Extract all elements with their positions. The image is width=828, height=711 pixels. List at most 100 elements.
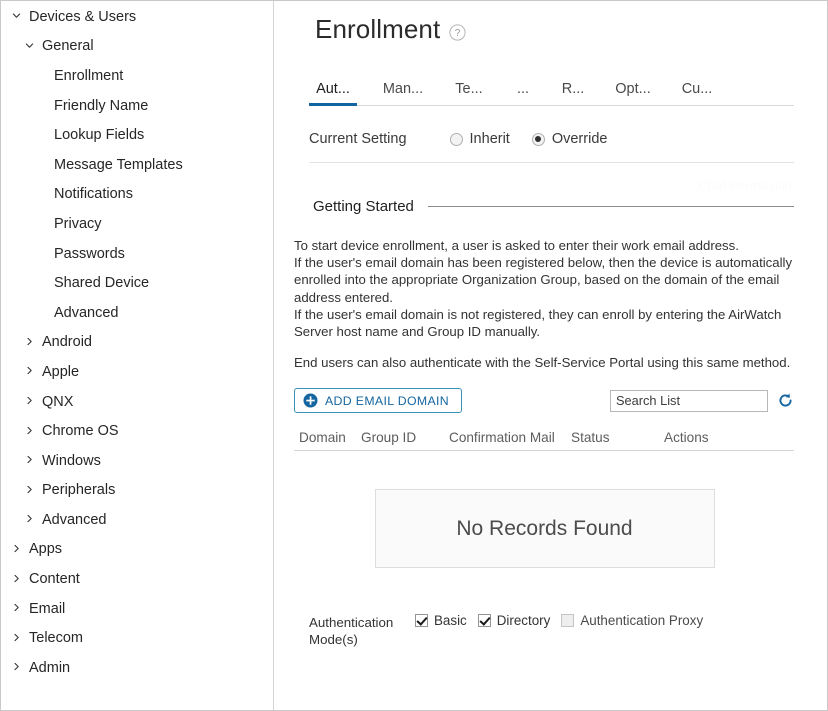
sidebar-item-notifications[interactable]: Notifications (1, 180, 273, 210)
add-email-domain-button[interactable]: ADD EMAIL DOMAIN (294, 388, 462, 413)
chevron-right-icon[interactable] (10, 662, 23, 671)
intro-paragraph-1: To start device enrollment, a user is as… (294, 237, 794, 254)
current-setting-row: Current Setting Inherit Override (309, 106, 794, 163)
sidebar-item-qnx[interactable]: QNX (1, 387, 273, 417)
sidebar-item-label: Passwords (54, 246, 125, 262)
chevron-right-icon[interactable] (10, 544, 23, 553)
chevron-right-icon[interactable] (10, 574, 23, 583)
sidebar-item-label: Apple (36, 364, 79, 380)
list-toolbar: ADD EMAIL DOMAIN (294, 387, 794, 414)
sidebar-item-friendly-name[interactable]: Friendly Name (1, 91, 273, 121)
no-records-placeholder: No Records Found (375, 489, 715, 568)
sidebar-item-label: Android (36, 334, 92, 350)
sidebar-item-android[interactable]: Android (1, 328, 273, 358)
sidebar-item-label: QNX (36, 394, 73, 410)
sidebar-item-label: Windows (36, 453, 101, 469)
sidebar-item-label: Lookup Fields (54, 127, 144, 143)
getting-started-title: Getting Started (309, 198, 428, 215)
svg-text:?: ? (455, 28, 461, 39)
auth-mode-checkbox[interactable] (478, 614, 491, 627)
search-input[interactable] (610, 390, 768, 412)
sidebar-item-label: Message Templates (54, 157, 183, 173)
chevron-down-icon[interactable] (10, 11, 23, 20)
auth-mode-checkbox[interactable] (415, 614, 428, 627)
sidebar-item-lookup-fields[interactable]: Lookup Fields (1, 120, 273, 150)
sidebar-item-admin[interactable]: Admin (1, 653, 273, 683)
sidebar-item-label: Advanced (36, 512, 107, 528)
page-title: Enrollment (315, 16, 440, 42)
tab-label: Aut... (316, 81, 350, 97)
sidebar-item-apple[interactable]: Apple (1, 357, 273, 387)
sidebar-item-telecom[interactable]: Telecom (1, 623, 273, 653)
no-records-text: No Records Found (456, 517, 632, 541)
child-permission-ghost-label: Child Permission (698, 179, 792, 193)
tab-1[interactable]: Man... (379, 81, 427, 105)
plus-circle-icon (303, 393, 318, 408)
refresh-icon[interactable] (777, 392, 794, 409)
sidebar-item-label: Notifications (54, 186, 133, 202)
chevron-right-icon[interactable] (23, 514, 36, 523)
sidebar-item-shared-device[interactable]: Shared Device (1, 268, 273, 298)
tab-3[interactable]: ... (511, 81, 535, 105)
auth-mode-checkbox[interactable] (561, 614, 574, 627)
sidebar-item-message-templates[interactable]: Message Templates (1, 150, 273, 180)
radio-option-inherit[interactable]: Inherit (450, 131, 510, 147)
radio-override-indicator[interactable] (532, 133, 545, 146)
sidebar-item-passwords[interactable]: Passwords (1, 239, 273, 269)
authentication-modes-row: Authentication Mode(s) Basic Directory Aut… (294, 613, 794, 648)
tab-0[interactable]: Aut... (309, 81, 357, 105)
sidebar-item-apps[interactable]: Apps (1, 535, 273, 565)
chevron-right-icon[interactable] (10, 603, 23, 612)
tab-4[interactable]: R... (557, 81, 589, 105)
auth-mode-authentication-proxy[interactable]: Authentication Proxy (561, 613, 707, 628)
sidebar-item-advanced[interactable]: Advanced (1, 298, 273, 328)
authentication-modes-options: Basic Directory Authentication Proxy (415, 613, 714, 628)
help-circle-icon[interactable]: ? (449, 24, 466, 41)
tab-label: Man... (383, 81, 423, 97)
radio-option-override[interactable]: Override (532, 131, 608, 147)
sidebar-item-email[interactable]: Email (1, 594, 273, 624)
tab-2[interactable]: Te... (449, 81, 489, 105)
domains-table-header: DomainGroup IDConfirmation MailStatusAct… (294, 424, 794, 451)
chevron-down-icon[interactable] (23, 41, 36, 50)
sidebar-item-chrome-os[interactable]: Chrome OS (1, 416, 273, 446)
sidebar-item-advanced[interactable]: Advanced (1, 505, 273, 535)
authentication-modes-label: Authentication Mode(s) (294, 613, 415, 648)
settings-sidebar: Devices & UsersGeneralEnrollmentFriendly… (1, 1, 274, 710)
tab-6[interactable]: Cu... (677, 81, 717, 105)
sidebar-item-enrollment[interactable]: Enrollment (1, 61, 273, 91)
sidebar-item-content[interactable]: Content (1, 564, 273, 594)
sidebar-item-peripherals[interactable]: Peripherals (1, 476, 273, 506)
chevron-right-icon[interactable] (10, 633, 23, 642)
auth-mode-label: Basic (434, 613, 471, 628)
column-header-domain[interactable]: Domain (294, 430, 361, 445)
tab-5[interactable]: Opt... (611, 81, 655, 105)
chevron-right-icon[interactable] (23, 337, 36, 346)
intro-paragraph-4: End users can also authenticate with the… (294, 354, 794, 371)
add-email-domain-label: ADD EMAIL DOMAIN (325, 394, 449, 408)
column-header-group-id[interactable]: Group ID (361, 430, 449, 445)
chevron-right-icon[interactable] (23, 366, 36, 375)
chevron-right-icon[interactable] (23, 426, 36, 435)
sidebar-item-devices-users[interactable]: Devices & Users (1, 2, 273, 32)
sidebar-item-privacy[interactable]: Privacy (1, 209, 273, 239)
main-content: Enrollment ? Aut... Man... Te...... R... Opt… (274, 1, 827, 710)
intro-paragraph-3: If the user's email domain is not regist… (294, 306, 794, 340)
sidebar-item-label: Email (23, 601, 65, 617)
auth-mode-label: Authentication Proxy (580, 613, 707, 628)
tab-label: Cu... (682, 81, 713, 97)
chevron-right-icon[interactable] (23, 396, 36, 405)
auth-mode-directory[interactable]: Directory (478, 613, 555, 628)
search-area (610, 390, 794, 412)
chevron-right-icon[interactable] (23, 455, 36, 464)
tab-label: Opt... (615, 81, 650, 97)
auth-mode-basic[interactable]: Basic (415, 613, 471, 628)
sidebar-item-label: Advanced (54, 305, 119, 321)
sidebar-item-windows[interactable]: Windows (1, 446, 273, 476)
column-header-confirmation-mail[interactable]: Confirmation Mail (449, 430, 571, 445)
chevron-right-icon[interactable] (23, 485, 36, 494)
column-header-status[interactable]: Status (571, 430, 664, 445)
radio-inherit-indicator[interactable] (450, 133, 463, 146)
column-header-actions[interactable]: Actions (664, 430, 734, 445)
sidebar-item-general[interactable]: General (1, 32, 273, 62)
